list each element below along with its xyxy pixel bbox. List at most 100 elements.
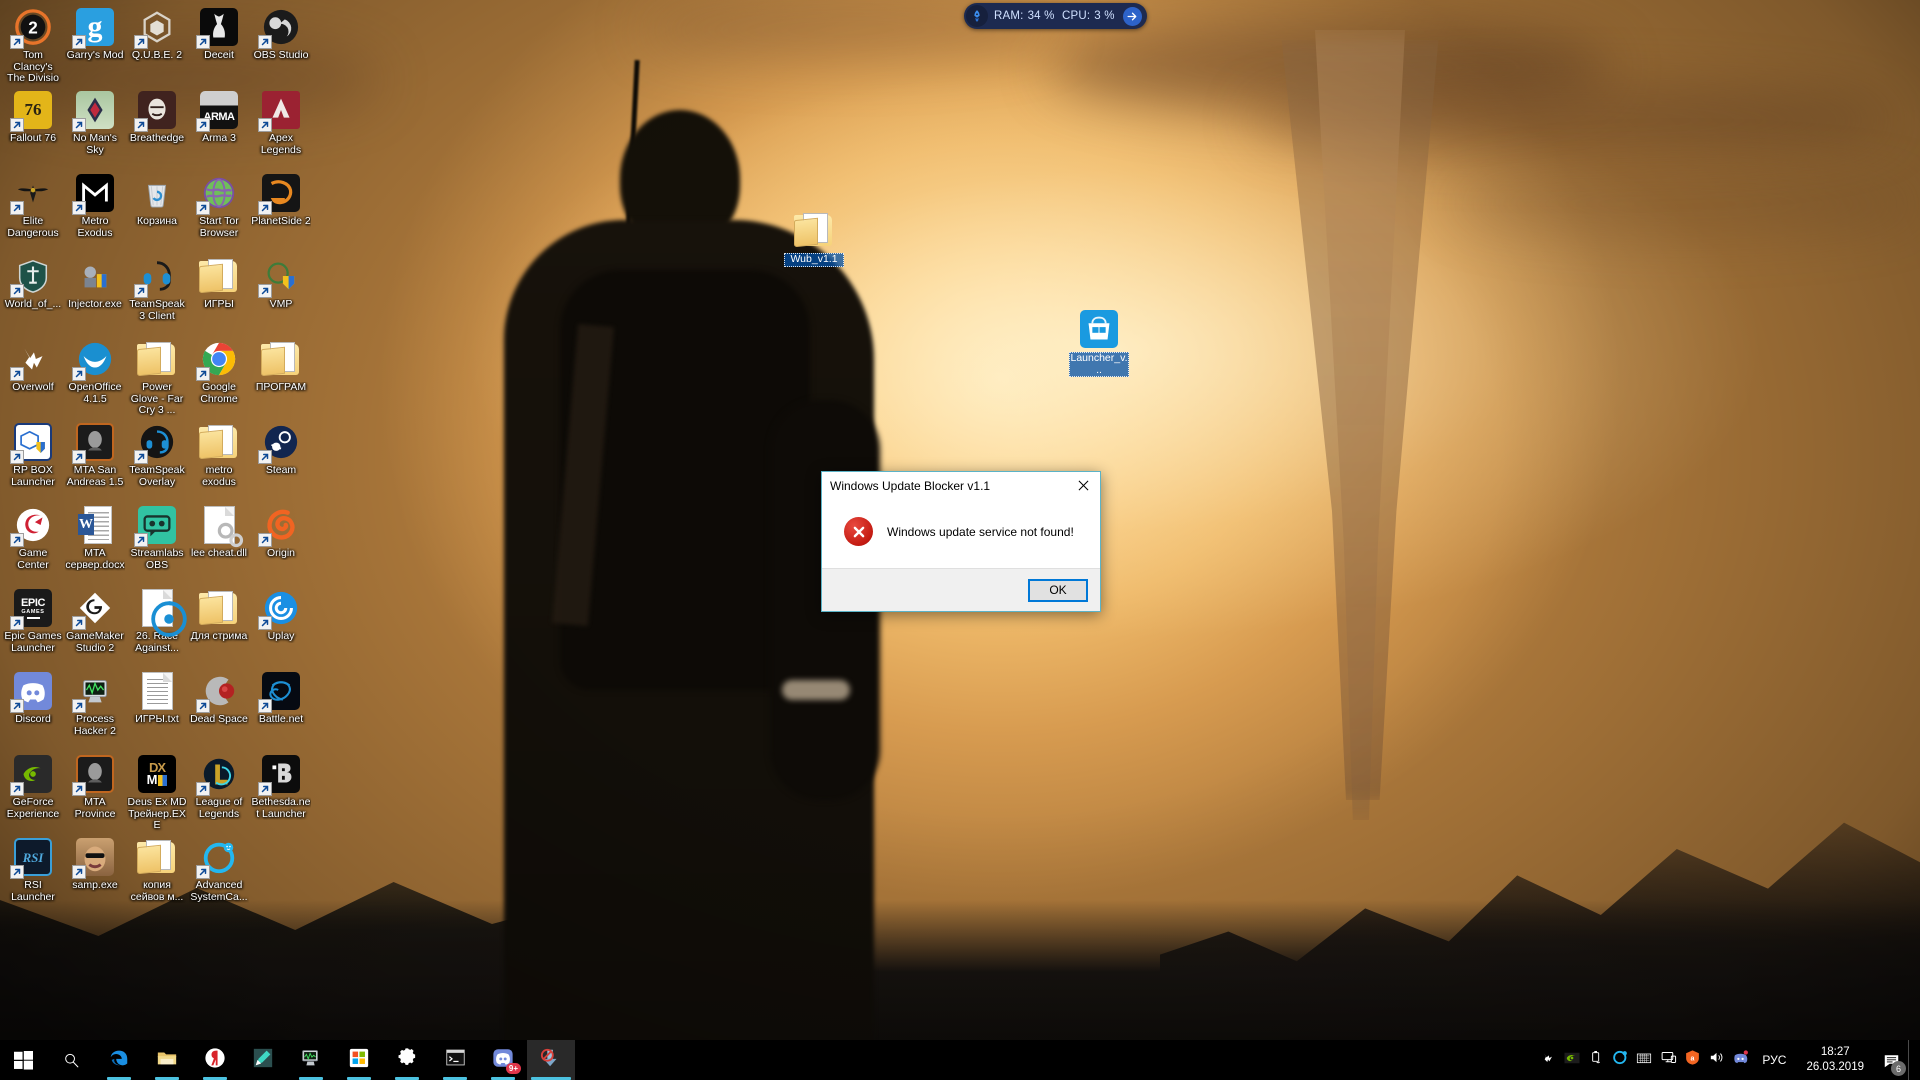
close-icon[interactable] <box>1066 473 1100 499</box>
taskbar-item-yandex-browser[interactable] <box>191 1040 239 1080</box>
desktop-icon-26-race-against[interactable]: 26. Race Against... <box>126 583 188 666</box>
taskbar-item-process-hacker[interactable] <box>287 1040 335 1080</box>
desktop-icon-rsi-launcher[interactable]: RSI RSI Launcher <box>2 832 64 915</box>
gamemaker-studio-2-icon <box>72 587 116 630</box>
desktop-icon-корзина[interactable]: Корзина <box>126 168 188 251</box>
desktop-icon-mta-province[interactable]: MTA Province <box>64 749 126 832</box>
desktop-icon-label: Для стрима <box>190 631 248 642</box>
desktop-icon-origin[interactable]: Origin <box>250 500 312 583</box>
ok-button[interactable]: OK <box>1028 578 1088 602</box>
taskbar-item-edge[interactable] <box>95 1040 143 1080</box>
desktop-icon-steam[interactable]: Steam <box>250 417 312 500</box>
taskbar-item-lightshot[interactable] <box>239 1040 287 1080</box>
desktop-icon-streamlabs-obs[interactable]: Streamlabs OBS <box>126 500 188 583</box>
dialog-message: Windows update service not found! <box>887 524 1074 539</box>
desktop-icon-discord[interactable]: Discord <box>2 666 64 749</box>
desktop-icon-teamspeak-overlay[interactable]: TeamSpeak Overlay <box>126 417 188 500</box>
language-indicator[interactable]: РУС <box>1752 1040 1796 1080</box>
desktop-icon-для-стрима[interactable]: Для стрима <box>188 583 250 666</box>
google-chrome-icon <box>196 338 240 381</box>
process-hacker-icon <box>300 1047 322 1074</box>
tray-keyboard[interactable] <box>1632 1040 1656 1080</box>
desktop-icon-lee-cheat-dll[interactable]: lee cheat.dll <box>188 500 250 583</box>
tray-network[interactable] <box>1656 1040 1680 1080</box>
desktop-icon-launcher-v[interactable]: Launcher_v... <box>1068 304 1130 387</box>
desktop-icon-q-u-b-e-2[interactable]: Q.U.B.E. 2 <box>126 2 188 85</box>
tray-avast[interactable]: a <box>1680 1040 1704 1080</box>
show-desktop-button[interactable] <box>1908 1040 1916 1080</box>
desktop-icon-fallout-76[interactable]: 76 Fallout 76 <box>2 85 64 168</box>
desktop-icon-label: RSI Launcher <box>11 880 55 903</box>
shortcut-arrow-icon <box>196 35 210 49</box>
desktop-icon-uplay[interactable]: Uplay <box>250 583 312 666</box>
desktop-icon-label: Game Center <box>17 548 49 571</box>
desktop-icon-arma-3[interactable]: ARMA Arma 3 <box>188 85 250 168</box>
desktop-icon-garry-s-mod[interactable]: g Garry's Mod <box>64 2 126 85</box>
tray-safely-remove-hardware[interactable] <box>1584 1040 1608 1080</box>
desktop-icon-mta-сервер-docx[interactable]: W MTA сервер.docx <box>64 500 126 583</box>
taskbar-item-windows-update-blocker[interactable] <box>527 1040 575 1080</box>
tray-volume[interactable] <box>1704 1040 1728 1080</box>
desktop-icon-process-hacker-2[interactable]: Process Hacker 2 <box>64 666 126 749</box>
desktop-icon-game-center[interactable]: Game Center <box>2 500 64 583</box>
tray-overwolf[interactable] <box>1536 1040 1560 1080</box>
desktop-icon-игры[interactable]: ИГРЫ <box>188 251 250 334</box>
windows-start-icon[interactable] <box>0 1040 47 1080</box>
desktop-icon-teamspeak-3-client[interactable]: TeamSpeak 3 Client <box>126 251 188 334</box>
desktop-icon-geforce-experience[interactable]: GeForce Experience <box>2 749 64 832</box>
desktop-icon-програм[interactable]: ПРОГРАМ <box>250 334 312 417</box>
taskbar-item-command-prompt[interactable] <box>431 1040 479 1080</box>
desktop-icon-elite-dangerous[interactable]: Elite Dangerous <box>2 168 64 251</box>
desktop-icon-metro-exodus[interactable]: Metro Exodus <box>64 168 126 251</box>
desktop-icon-bethesda-net-launcher[interactable]: Bethesda.net Launcher <box>250 749 312 832</box>
taskbar-item-discord[interactable]: 9+ <box>479 1040 527 1080</box>
keyboard-icon <box>1636 1050 1652 1071</box>
desktop-icon-label: No Man's Sky <box>72 133 118 156</box>
svg-text:a: a <box>1690 1054 1694 1062</box>
taskbar-item-microsoft-store[interactable] <box>335 1040 383 1080</box>
notification-icon[interactable]: 6 <box>1874 1040 1908 1080</box>
desktop-icon-start-tor-browser[interactable]: Start Tor Browser <box>188 168 250 251</box>
desktop-icon-samp-exe[interactable]: samp.exe <box>64 832 126 915</box>
arrow-right-icon[interactable] <box>1122 6 1142 26</box>
tray-discord[interactable] <box>1728 1040 1752 1080</box>
desktop-icon-metro-exodus[interactable]: metro exodus <box>188 417 250 500</box>
desktop-icon-apex-legends[interactable]: Apex Legends <box>250 85 312 168</box>
desktop-icon-obs-studio[interactable]: OBS Studio <box>250 2 312 85</box>
desktop-icon-игры-txt[interactable]: ИГРЫ.txt <box>126 666 188 749</box>
desktop-icon-no-man-s-sky[interactable]: No Man's Sky <box>64 85 126 168</box>
desktop-icon-rp-box-launcher[interactable]: RP BOX Launcher <box>2 417 64 500</box>
desktop-icon-deus-ex-md-трейнер-exe[interactable]: DX M Deus Ex MD Трейнер.EXE <box>126 749 188 832</box>
desktop-icon-mta-san-andreas-1-5[interactable]: MTA San Andreas 1.5 <box>64 417 126 500</box>
desktop-icon-planetside-2[interactable]: PlanetSide 2 <box>250 168 312 251</box>
desktop-icon-копия-сейвов-м[interactable]: копия сейвов м... <box>126 832 188 915</box>
desktop-icon-openoffice-4-1-5[interactable]: OpenOffice 4.1.5 <box>64 334 126 417</box>
desktop-icon-deceit[interactable]: Deceit <box>188 2 250 85</box>
desktop-icon-world-of[interactable]: World_of_... <box>2 251 64 334</box>
desktop-icon-battle-net[interactable]: Battle.net <box>250 666 312 749</box>
error-icon <box>844 517 873 546</box>
desktop-icon-gamemaker-studio-2[interactable]: GameMaker Studio 2 <box>64 583 126 666</box>
performance-widget[interactable]: RAM: 34 % CPU: 3 % <box>964 3 1147 29</box>
desktop-icon-epic-games-launcher[interactable]: EPIC GAMES Epic Games Launcher <box>2 583 64 666</box>
svg-text:2: 2 <box>28 19 38 38</box>
taskbar-item-file-explorer[interactable] <box>143 1040 191 1080</box>
desktop-icon-power-glove-far-cry-3[interactable]: Power Glove - Far Cry 3 ... <box>126 334 188 417</box>
dialog-titlebar[interactable]: Windows Update Blocker v1.1 <box>822 472 1100 499</box>
clock[interactable]: 18:27 26.03.2019 <box>1796 1040 1874 1080</box>
desktop-icon-google-chrome[interactable]: Google Chrome <box>188 334 250 417</box>
desktop-icon-tom-clancy-s-the-divisio[interactable]: 2 Tom Clancy's The Divisio <box>2 2 64 85</box>
desktop-icon-dead-space[interactable]: Dead Space <box>188 666 250 749</box>
search-icon[interactable] <box>47 1040 95 1080</box>
desktop-icon-overwolf[interactable]: Overwolf <box>2 334 64 417</box>
tray-nvidia[interactable] <box>1560 1040 1584 1080</box>
windows-update-blocker-dialog[interactable]: Windows Update Blocker v1.1 Windows upda… <box>821 471 1101 612</box>
desktop-icon-advanced-systemca[interactable]: Advanced SystemCa... <box>188 832 250 915</box>
tray-advanced-systemcare[interactable] <box>1608 1040 1632 1080</box>
desktop-icon-wub-v1-1[interactable]: Wub_v1.1 <box>783 205 845 288</box>
desktop-icon-breathedge[interactable]: Breathedge <box>126 85 188 168</box>
desktop-icon-league-of-legends[interactable]: League of Legends <box>188 749 250 832</box>
desktop-icon-vmp[interactable]: VMP <box>250 251 312 334</box>
desktop-icon-injector-exe[interactable]: Injector.exe <box>64 251 126 334</box>
taskbar-item-settings[interactable] <box>383 1040 431 1080</box>
